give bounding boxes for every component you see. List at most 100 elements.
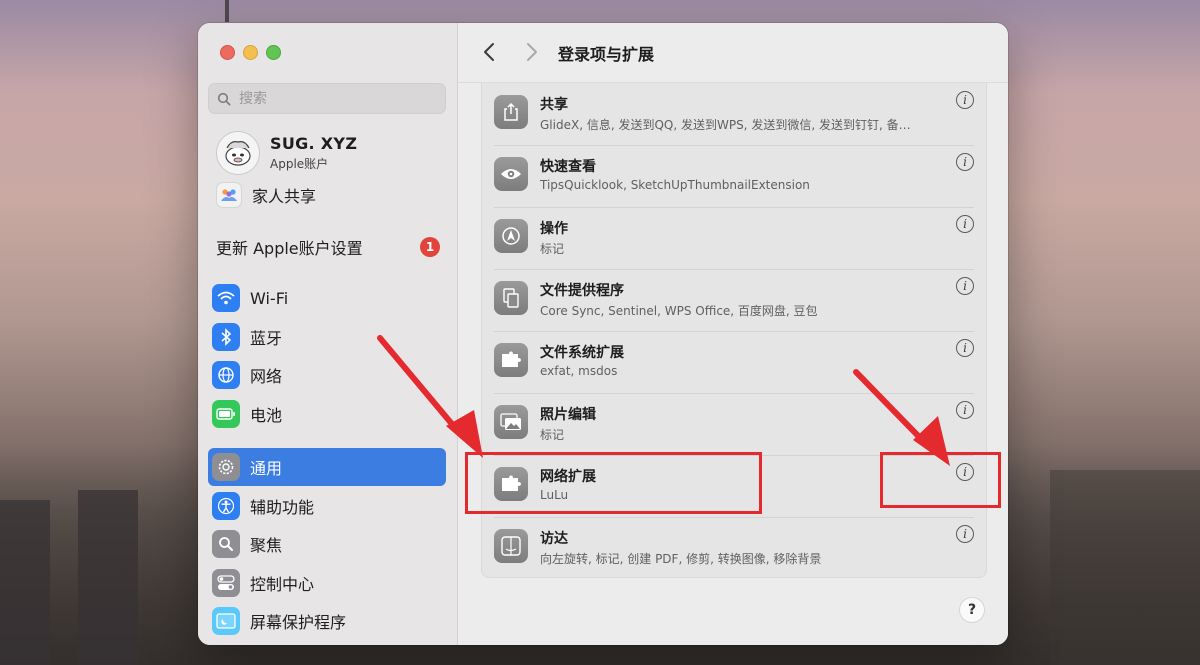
row-divider [494, 145, 974, 146]
window-controls [220, 45, 281, 60]
info-button[interactable]: i [956, 401, 974, 419]
item-subtitle: Core Sync, Sentinel, WPS Office, 百度网盘, 豆… [540, 304, 818, 318]
sidebar-item-label: 蓝牙 [250, 329, 283, 348]
bluetooth-icon [212, 323, 240, 351]
building [0, 500, 50, 665]
info-button[interactable]: i [956, 153, 974, 171]
finder-icon [494, 529, 528, 563]
notification-badge: 1 [420, 237, 440, 257]
sidebar-item-bluetooth[interactable]: 蓝牙 [212, 322, 282, 352]
list-item-quicklook[interactable]: 快速查看 TipsQuicklook, SketchUpThumbnailExt… [494, 145, 974, 207]
search-input[interactable] [237, 89, 441, 108]
row-divider [494, 269, 974, 270]
gear-icon [212, 453, 240, 481]
sidebar-item-label: Wi-Fi [250, 288, 289, 308]
sidebar-item-spotlight[interactable]: 聚焦 [212, 529, 282, 559]
update-account-settings[interactable]: 更新 Apple账户设置 1 [216, 233, 440, 261]
item-title: 照片编辑 [540, 407, 596, 423]
list-item-filesystem-extensions[interactable]: 文件系统扩展 exfat, msdos i [494, 331, 974, 393]
share-icon [494, 95, 528, 129]
screensaver-icon [212, 607, 240, 635]
settings-window: SUG. XYZ Apple账户 家人共享 更新 Apple账户设置 1 [198, 23, 1008, 645]
info-button[interactable]: i [956, 91, 974, 109]
control-center-icon [212, 569, 240, 597]
sidebar: SUG. XYZ Apple账户 家人共享 更新 Apple账户设置 1 [198, 23, 458, 645]
globe-icon [212, 361, 240, 389]
list-item-file-provider[interactable]: 文件提供程序 Core Sync, Sentinel, WPS Office, … [494, 269, 974, 331]
sidebar-item-battery[interactable]: 电池 [212, 399, 282, 429]
sidebar-item-label: 电池 [250, 406, 283, 425]
item-title: 操作 [540, 221, 568, 237]
list-item-photo-editing[interactable]: 照片编辑 标记 i [494, 393, 974, 455]
row-divider [494, 331, 974, 332]
tower-spire [225, 0, 229, 22]
row-divider [494, 517, 974, 518]
account-text: SUG. XYZ Apple账户 [270, 134, 357, 172]
photo-icon [494, 405, 528, 439]
minimize-window-button[interactable] [243, 45, 258, 60]
sidebar-item-screensaver[interactable]: 屏幕保护程序 [212, 606, 346, 636]
item-subtitle: TipsQuicklook, SketchUpThumbnailExtensio… [540, 178, 810, 192]
sidebar-item-label: 屏幕保护程序 [250, 613, 347, 632]
item-subtitle: 标记 [540, 428, 565, 442]
file-provider-icon [494, 281, 528, 315]
account-subtitle: Apple账户 [270, 157, 329, 171]
sidebar-item-network[interactable]: 网络 [212, 360, 282, 390]
highlight-box-info-button [880, 452, 1001, 508]
info-button[interactable]: i [956, 339, 974, 357]
item-subtitle: GlideX, 信息, 发送到QQ, 发送到WPS, 发送到微信, 发送到钉钉,… [540, 118, 911, 132]
city-area [1050, 470, 1200, 665]
info-button[interactable]: i [956, 525, 974, 543]
item-title: 快速查看 [540, 159, 596, 175]
search-icon [217, 92, 231, 105]
wifi-icon [212, 284, 240, 312]
item-title: 共享 [540, 97, 568, 113]
list-item-actions[interactable]: 操作 标记 i [494, 207, 974, 269]
sidebar-item-wifi[interactable]: Wi-Fi [212, 283, 288, 313]
sidebar-item-general[interactable]: 通用 [212, 452, 282, 482]
puzzle-icon [494, 343, 528, 377]
avatar [216, 131, 260, 175]
eye-icon [494, 157, 528, 191]
item-subtitle: 标记 [540, 242, 565, 256]
help-button[interactable]: ? [959, 597, 985, 623]
item-title: 文件提供程序 [540, 283, 624, 299]
item-title: 文件系统扩展 [540, 345, 624, 361]
apple-account[interactable]: SUG. XYZ Apple账户 [216, 131, 357, 175]
update-label: 更新 Apple账户设置 [216, 239, 363, 258]
highlight-box-network-extension [465, 452, 762, 514]
sidebar-item-label: 网络 [250, 367, 283, 386]
sidebar-item-accessibility[interactable]: 辅助功能 [212, 491, 314, 521]
row-divider [494, 207, 974, 208]
accessibility-icon [212, 492, 240, 520]
zoom-window-button[interactable] [266, 45, 281, 60]
list-item-finder[interactable]: 访达 向左旋转, 标记, 创建 PDF, 修剪, 转换图像, 移除背景 i [494, 517, 974, 579]
page-title: 登录项与扩展 [558, 45, 655, 64]
list-item-share[interactable]: 共享 GlideX, 信息, 发送到QQ, 发送到WPS, 发送到微信, 发送到… [494, 83, 974, 145]
search-field[interactable] [208, 83, 446, 114]
info-button[interactable]: i [956, 215, 974, 233]
sidebar-item-label: 控制中心 [250, 575, 315, 594]
sidebar-item-control-center[interactable]: 控制中心 [212, 568, 314, 598]
family-icon [216, 182, 242, 208]
account-name: SUG. XYZ [270, 134, 358, 153]
forward-button[interactable] [519, 40, 543, 64]
sidebar-item-label: 辅助功能 [250, 498, 315, 517]
building [78, 490, 138, 665]
close-window-button[interactable] [220, 45, 235, 60]
item-title: 访达 [540, 531, 568, 547]
sidebar-item-label: 通用 [250, 459, 283, 478]
action-icon [494, 219, 528, 253]
spotlight-icon [212, 530, 240, 558]
back-button[interactable] [478, 40, 502, 64]
battery-icon [212, 400, 240, 428]
avatar-illustration-icon [217, 132, 259, 174]
item-subtitle: 向左旋转, 标记, 创建 PDF, 修剪, 转换图像, 移除背景 [540, 552, 822, 566]
sidebar-item-family-sharing[interactable]: 家人共享 [216, 180, 316, 210]
sidebar-item-label: 聚焦 [250, 536, 283, 555]
row-divider [494, 393, 974, 394]
info-button[interactable]: i [956, 277, 974, 295]
sidebar-item-label: 家人共享 [252, 187, 317, 206]
main-pane: 登录项与扩展 共享 GlideX, 信息, 发送到QQ, 发送到WPS, 发送到… [458, 23, 1008, 645]
item-subtitle: exfat, msdos [540, 364, 618, 378]
